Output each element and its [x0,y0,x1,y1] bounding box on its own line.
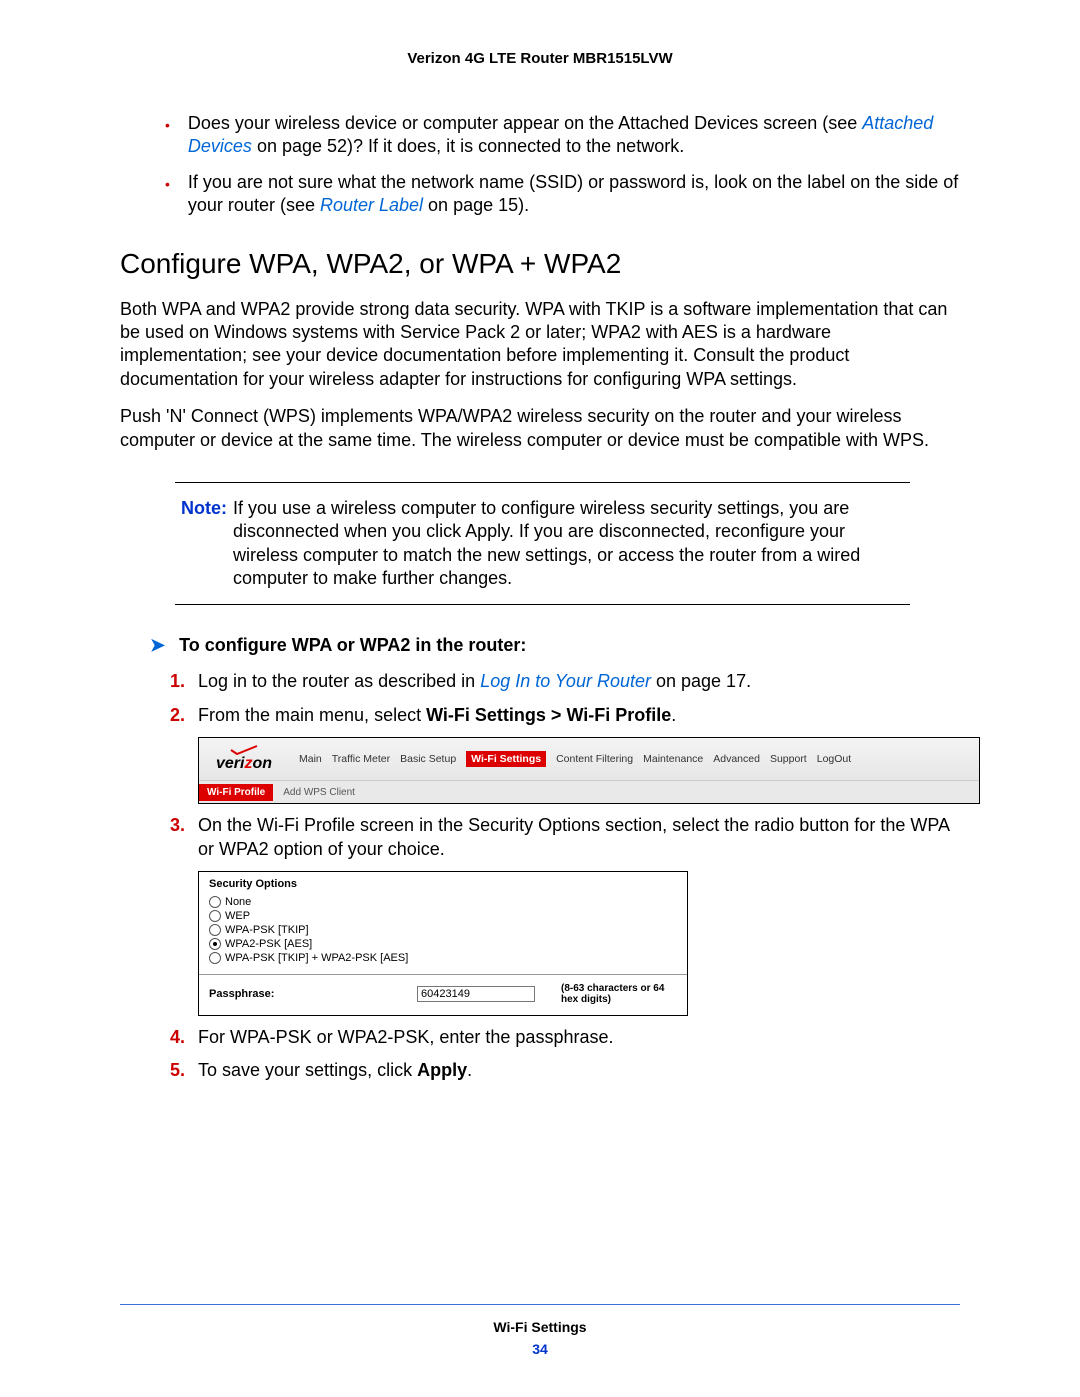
passphrase-hint: (8-63 characters or 64 hex digits) [561,983,677,1005]
nav-tab[interactable]: Basic Setup [400,753,456,765]
step-text: on page 17. [651,671,751,691]
security-option[interactable]: WPA-PSK [TKIP] + WPA2-PSK [AES] [209,952,677,964]
step-text: From the main menu, select [198,705,426,725]
security-options-title: Security Options [209,878,677,890]
step-item: 4. For WPA-PSK or WPA2-PSK, enter the pa… [170,1026,960,1049]
radio-icon [209,896,221,908]
passphrase-input[interactable] [417,986,535,1002]
step-number: 5. [170,1059,198,1082]
nav-tab[interactable]: LogOut [817,753,851,765]
step-text: Log in to the router as described in [198,671,480,691]
step-number: 3. [170,814,198,861]
security-option-label: WPA-PSK [TKIP] [225,924,309,936]
security-option-label: WEP [225,910,250,922]
bullet-icon: • [165,116,170,159]
embedded-security-options: Security Options None WEP WPA-PSK [TKIP] WP… [198,871,688,1016]
step-item: 2. From the main menu, select Wi-Fi Sett… [170,704,960,727]
footer-title: Wi-Fi Settings [0,1319,1080,1335]
step-text: . [467,1060,472,1080]
security-option[interactable]: WPA-PSK [TKIP] [209,924,677,936]
radio-icon [209,924,221,936]
nav-subtab[interactable]: Wi-Fi Profile [199,784,273,801]
note-box: Note: If you use a wireless computer to … [175,482,910,606]
bullet-text: If you are not sure what the network nam… [188,172,958,215]
step-text: To save your settings, click [198,1060,417,1080]
page-header: Verizon 4G LTE Router MBR1515LVW [120,50,960,67]
step-item: 3. On the Wi-Fi Profile screen in the Se… [170,814,960,861]
security-option[interactable]: None [209,896,677,908]
security-option-label: WPA-PSK [TKIP] + WPA2-PSK [AES] [225,952,408,964]
radio-icon [209,910,221,922]
note-label: Note: [181,497,227,591]
nav-tab[interactable]: Support [770,753,807,765]
radio-icon [209,952,221,964]
bullet-text: on page 52)? If it does, it is connected… [252,136,684,156]
procedure-title: ➤ To configure WPA or WPA2 in the router… [150,635,960,656]
step-text: . [671,705,676,725]
procedure-title-text: To configure WPA or WPA2 in the router: [179,635,526,656]
step-number: 4. [170,1026,198,1049]
step-text-bold: Apply [417,1060,467,1080]
paragraph: Push 'N' Connect (WPS) implements WPA/WP… [120,405,960,452]
step-number: 2. [170,704,198,727]
link-router-label[interactable]: Router Label [320,195,423,215]
nav-tab[interactable]: Traffic Meter [332,753,390,765]
passphrase-label: Passphrase: [209,988,279,1000]
nav-tab[interactable]: Maintenance [643,753,703,765]
bullet-icon: • [165,175,170,218]
nav-subtab[interactable]: Add WPS Client [273,787,365,798]
page-number: 34 [0,1341,1080,1357]
nav-tab[interactable]: Wi-Fi Settings [466,751,546,767]
section-heading: Configure WPA, WPA2, or WPA + WPA2 [120,248,960,280]
step-text: For WPA-PSK or WPA2-PSK, enter the passp… [198,1026,960,1049]
step-item: 1. Log in to the router as described in … [170,670,960,693]
note-text: If you use a wireless computer to config… [233,497,900,591]
paragraph: Both WPA and WPA2 provide strong data se… [120,298,960,392]
bullet-text: Does your wireless device or computer ap… [188,113,862,133]
verizon-logo: verizon [199,745,289,773]
security-option[interactable]: WPA2-PSK [AES] [209,938,677,950]
page-footer: Wi-Fi Settings 34 [0,1304,1080,1357]
link-log-in[interactable]: Log In to Your Router [480,671,651,691]
list-item: • If you are not sure what the network n… [165,171,960,218]
nav-tab[interactable]: Main [299,753,322,765]
security-option-label: None [225,896,251,908]
embedded-router-nav: verizon Main Traffic Meter Basic Setup Wi-F… [198,737,980,804]
step-item: 5. To save your settings, click Apply. [170,1059,960,1082]
security-option-label: WPA2-PSK [AES] [225,938,312,950]
step-text-bold: Wi-Fi Settings > Wi-Fi Profile [426,705,671,725]
chevron-right-icon: ➤ [150,635,165,656]
list-item: • Does your wireless device or computer … [165,112,960,159]
step-text: On the Wi-Fi Profile screen in the Secur… [198,814,960,861]
radio-icon [209,938,221,950]
bullet-text: on page 15). [423,195,529,215]
nav-tab[interactable]: Content Filtering [556,753,633,765]
nav-tab[interactable]: Advanced [713,753,760,765]
security-option[interactable]: WEP [209,910,677,922]
step-number: 1. [170,670,198,693]
